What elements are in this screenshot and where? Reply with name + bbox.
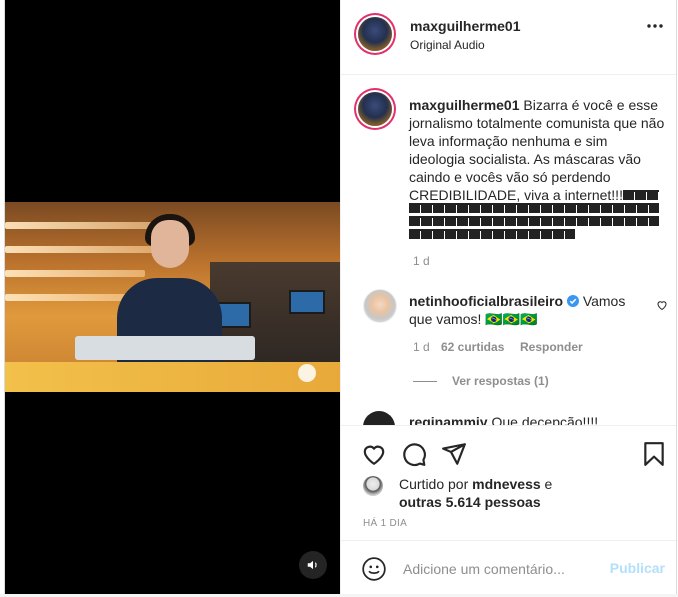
comment-time: 1 d bbox=[413, 340, 430, 354]
audio-label[interactable]: Original Audio bbox=[410, 38, 485, 52]
publish-button[interactable]: Publicar bbox=[610, 560, 665, 576]
comment-emoji: 🇧🇷🇧🇷🇧🇷 bbox=[485, 311, 538, 327]
comments-list[interactable]: maxguilherme01 Bizarra é você e esse jor… bbox=[341, 75, 676, 425]
caption-symbols bbox=[409, 190, 659, 242]
comment: reginammiy Que decepção!!!! bbox=[409, 413, 649, 425]
video-player[interactable] bbox=[5, 0, 340, 594]
comment-username[interactable]: netinhooficialbrasileiro bbox=[409, 293, 563, 309]
comment-likes[interactable]: 62 curtidas bbox=[441, 340, 504, 354]
replies-divider bbox=[413, 381, 437, 382]
comment-avatar[interactable] bbox=[363, 289, 397, 323]
share-icon[interactable] bbox=[441, 441, 467, 467]
post-modal: maxguilherme01 Original Audio maxguilher… bbox=[4, 0, 677, 595]
play-icon bbox=[298, 364, 316, 382]
verified-icon bbox=[566, 295, 579, 307]
caption-time: 1 d bbox=[413, 254, 430, 268]
author-avatar[interactable] bbox=[358, 17, 392, 51]
comment-avatar[interactable] bbox=[363, 411, 395, 425]
post-time[interactable]: HÁ 1 DIA bbox=[363, 518, 407, 529]
caption-avatar[interactable] bbox=[358, 92, 392, 126]
bookmark-icon[interactable] bbox=[641, 441, 667, 467]
liker-username[interactable]: mdnevess bbox=[472, 476, 540, 492]
comment: netinhooficialbrasileiro Vamos que vamos… bbox=[409, 292, 649, 328]
liker-avatar[interactable] bbox=[363, 476, 383, 496]
comment-username[interactable]: reginammiy bbox=[409, 414, 488, 425]
likes-summary: Curtido por mdnevess e outras 5.614 pess… bbox=[399, 475, 552, 511]
emoji-icon[interactable] bbox=[361, 556, 387, 582]
video-frame bbox=[5, 202, 340, 392]
reply-button[interactable]: Responder bbox=[520, 340, 583, 354]
likes-others[interactable]: outras 5.614 pessoas bbox=[399, 494, 541, 510]
caption: maxguilherme01 Bizarra é você e esse jor… bbox=[409, 96, 667, 204]
comment-icon[interactable] bbox=[401, 441, 427, 467]
volume-button[interactable] bbox=[299, 551, 327, 579]
likes-prefix: Curtido por bbox=[399, 476, 469, 492]
likes-connector: e bbox=[544, 476, 553, 492]
heart-icon[interactable] bbox=[361, 441, 387, 467]
caption-username[interactable]: maxguilherme01 bbox=[409, 97, 520, 113]
comment-input[interactable] bbox=[401, 556, 605, 582]
post-sidebar: maxguilherme01 Original Audio maxguilher… bbox=[340, 0, 676, 594]
more-icon[interactable] bbox=[647, 24, 663, 28]
author-username[interactable]: maxguilherme01 bbox=[410, 18, 521, 34]
heart-icon[interactable] bbox=[656, 299, 668, 311]
comment-text: Que decepção!!!! bbox=[491, 414, 599, 425]
view-replies-button[interactable]: Ver respostas (1) bbox=[452, 374, 549, 388]
volume-icon bbox=[307, 560, 317, 570]
